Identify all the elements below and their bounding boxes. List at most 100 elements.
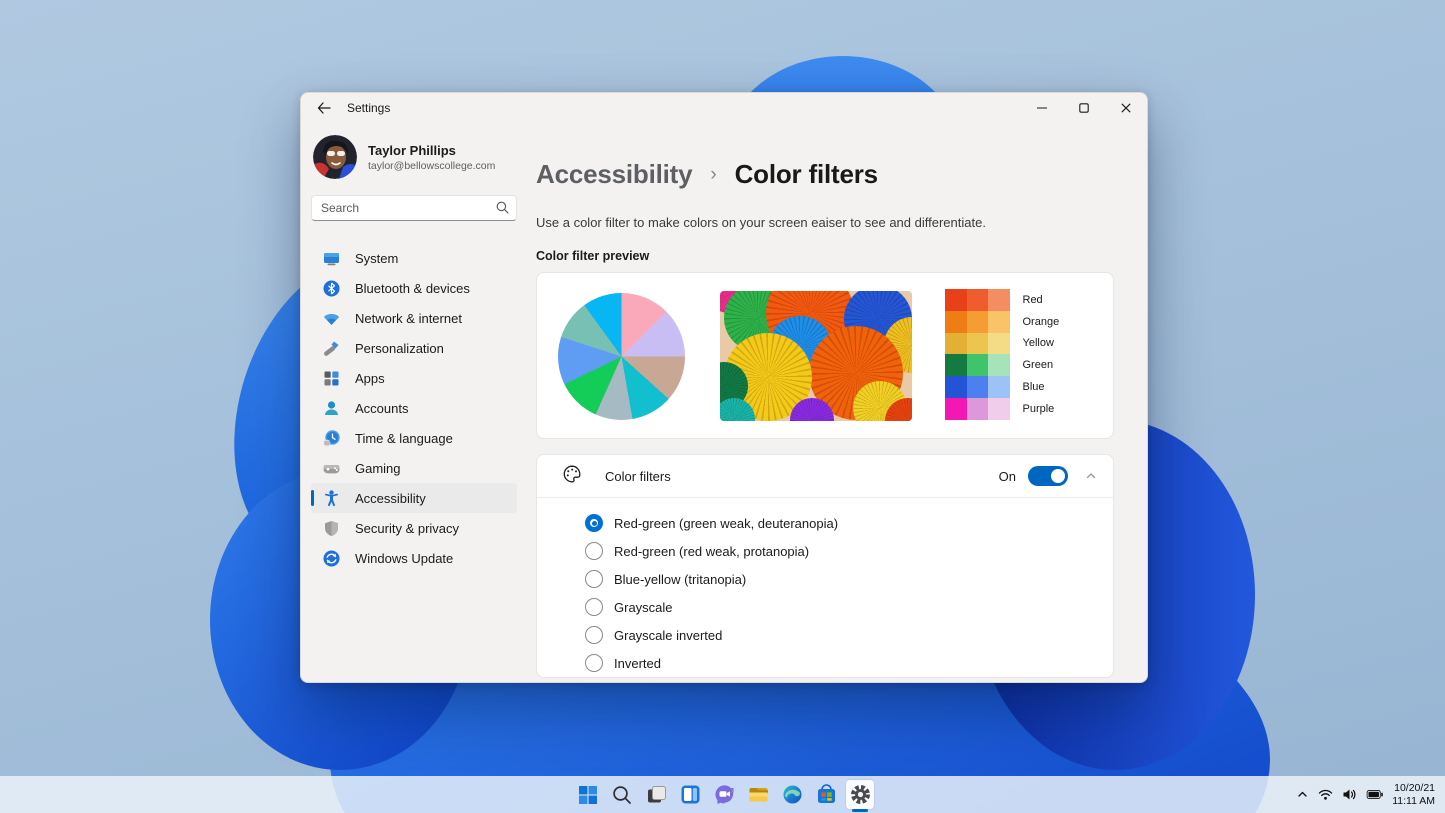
swatch-yellow — [988, 332, 1010, 355]
user-email: taylor@bellowscollege.com — [368, 159, 496, 172]
color-filters-state: On — [998, 468, 1016, 484]
filter-options: Red-green (green weak, deuteranopia) Red-… — [537, 498, 1113, 677]
pinwheel-photo-preview — [720, 291, 912, 421]
swatch-yellow — [945, 332, 967, 355]
settings-icon[interactable] — [846, 780, 874, 812]
swatch-purple — [988, 397, 1010, 420]
breadcrumb-separator-icon: › — [710, 164, 717, 185]
sidebar-item-label: Personalization — [355, 340, 444, 356]
swatch-orange — [966, 310, 988, 333]
color-palette-icon — [562, 464, 582, 489]
swatch-green — [945, 354, 967, 377]
sidebar-item-label: Windows Update — [355, 550, 454, 566]
volume-icon[interactable] — [1342, 788, 1357, 801]
start-icon[interactable] — [574, 780, 602, 809]
wifi-icon[interactable] — [1318, 788, 1333, 801]
avatar — [313, 135, 357, 179]
search-box — [311, 195, 517, 221]
maximize-button[interactable] — [1063, 93, 1105, 123]
filter-option-grayscale-inverted[interactable]: Grayscale inverted — [537, 621, 1113, 649]
sidebar-item-apps[interactable]: Apps — [311, 363, 517, 393]
tray-chevron-up-icon[interactable] — [1296, 788, 1309, 801]
pie-chart-preview — [558, 293, 685, 420]
filter-option-label: Red-green (green weak, deuteranopia) — [614, 515, 839, 531]
titlebar: Settings — [301, 93, 1147, 123]
sidebar-item-time-language[interactable]: Time & language — [311, 423, 517, 453]
edge-icon[interactable] — [778, 780, 806, 809]
file-explorer-icon[interactable] — [744, 780, 772, 809]
swatch-red — [988, 289, 1010, 311]
accounts-icon — [322, 399, 341, 418]
security-icon — [322, 519, 341, 538]
sidebar-item-windows-update[interactable]: Windows Update — [311, 543, 517, 573]
filter-option-inverted[interactable]: Inverted — [537, 649, 1113, 677]
filter-option-red-green-green-weak-deuteranopia[interactable]: Red-green (green weak, deuteranopia) — [537, 509, 1113, 537]
sidebar-item-security-privacy[interactable]: Security & privacy — [311, 513, 517, 543]
back-button[interactable] — [311, 97, 337, 119]
task-view-icon[interactable] — [642, 780, 670, 809]
user-name: Taylor Phillips — [368, 142, 456, 158]
sidebar: Taylor Phillips taylor@bellowscollege.co… — [301, 123, 527, 682]
search-taskbar-icon[interactable] — [608, 780, 636, 809]
swatch-label-green: Green — [1022, 359, 1054, 372]
windows-update-icon — [322, 549, 341, 568]
widgets-icon[interactable] — [676, 780, 704, 809]
close-button[interactable] — [1105, 93, 1147, 123]
color-filters-toggle[interactable] — [1028, 466, 1068, 486]
battery-icon[interactable] — [1366, 789, 1383, 800]
window-controls — [1021, 93, 1147, 123]
sidebar-item-network-internet[interactable]: Network & internet — [311, 303, 517, 333]
swatch-orange — [945, 310, 967, 333]
time-language-icon — [322, 429, 341, 448]
radio-button[interactable] — [585, 542, 603, 560]
chevron-up-icon[interactable] — [1085, 470, 1097, 482]
filter-option-label: Blue-yellow (tritanopia) — [614, 571, 747, 587]
user-profile[interactable]: Taylor Phillips taylor@bellowscollege.co… — [313, 135, 517, 179]
page-description: Use a color filter to make colors on you… — [536, 215, 986, 230]
filter-option-grayscale[interactable]: Grayscale — [537, 593, 1113, 621]
swatch-purple — [966, 397, 988, 420]
filter-option-label: Inverted — [614, 655, 661, 671]
swatch-blue — [945, 376, 967, 398]
breadcrumb-parent[interactable]: Accessibility — [536, 159, 693, 189]
taskbar-icons — [574, 780, 874, 812]
tray-date: 10/20/21 — [1394, 781, 1435, 794]
apps-icon — [322, 369, 341, 388]
filter-option-red-green-red-weak-protanopia[interactable]: Red-green (red weak, protanopia) — [537, 537, 1113, 565]
swatch-red — [945, 289, 967, 311]
sidebar-item-accessibility[interactable]: Accessibility — [311, 483, 517, 513]
radio-button[interactable] — [585, 514, 603, 532]
radio-button[interactable] — [585, 626, 603, 644]
store-icon[interactable] — [812, 780, 840, 809]
teams-chat-icon[interactable] — [710, 780, 738, 809]
bluetooth-icon — [322, 279, 341, 298]
minimize-button[interactable] — [1021, 93, 1063, 123]
search-input[interactable] — [311, 195, 517, 221]
color-filter-preview-card: Red Orange Yellow Green Blue Purple — [536, 272, 1114, 439]
swatch-yellow — [966, 332, 988, 355]
sidebar-item-personalization[interactable]: Personalization — [311, 333, 517, 363]
filter-option-blue-yellow-tritanopia[interactable]: Blue-yellow (tritanopia) — [537, 565, 1113, 593]
sidebar-item-system[interactable]: System — [311, 243, 517, 273]
taskbar-clock[interactable]: 10/20/21 11:11 AM — [1392, 782, 1435, 808]
sidebar-item-gaming[interactable]: Gaming — [311, 453, 517, 483]
radio-button[interactable] — [585, 654, 603, 672]
personalization-icon — [322, 339, 341, 358]
breadcrumb: Accessibility › Color filters — [536, 159, 1114, 190]
settings-window: Settings Taylor Phillips taylor@bellowsc… — [300, 92, 1148, 683]
network-icon — [322, 309, 341, 328]
preview-label: Color filter preview — [536, 249, 650, 263]
sidebar-item-label: Security & privacy — [355, 520, 460, 536]
swatch-green — [988, 354, 1010, 377]
swatch-orange — [988, 310, 1010, 333]
accessibility-icon — [322, 489, 341, 508]
swatch-purple — [945, 397, 967, 420]
sidebar-item-accounts[interactable]: Accounts — [311, 393, 517, 423]
sidebar-item-bluetooth-devices[interactable]: Bluetooth & devices — [311, 273, 517, 303]
radio-button[interactable] — [585, 570, 603, 588]
sidebar-nav: System Bluetooth & devices Network & inter… — [311, 243, 517, 573]
swatch-label-red: Red — [1022, 293, 1043, 306]
radio-button[interactable] — [585, 598, 603, 616]
swatch-label-orange: Orange — [1022, 315, 1060, 328]
search-icon — [496, 201, 509, 219]
